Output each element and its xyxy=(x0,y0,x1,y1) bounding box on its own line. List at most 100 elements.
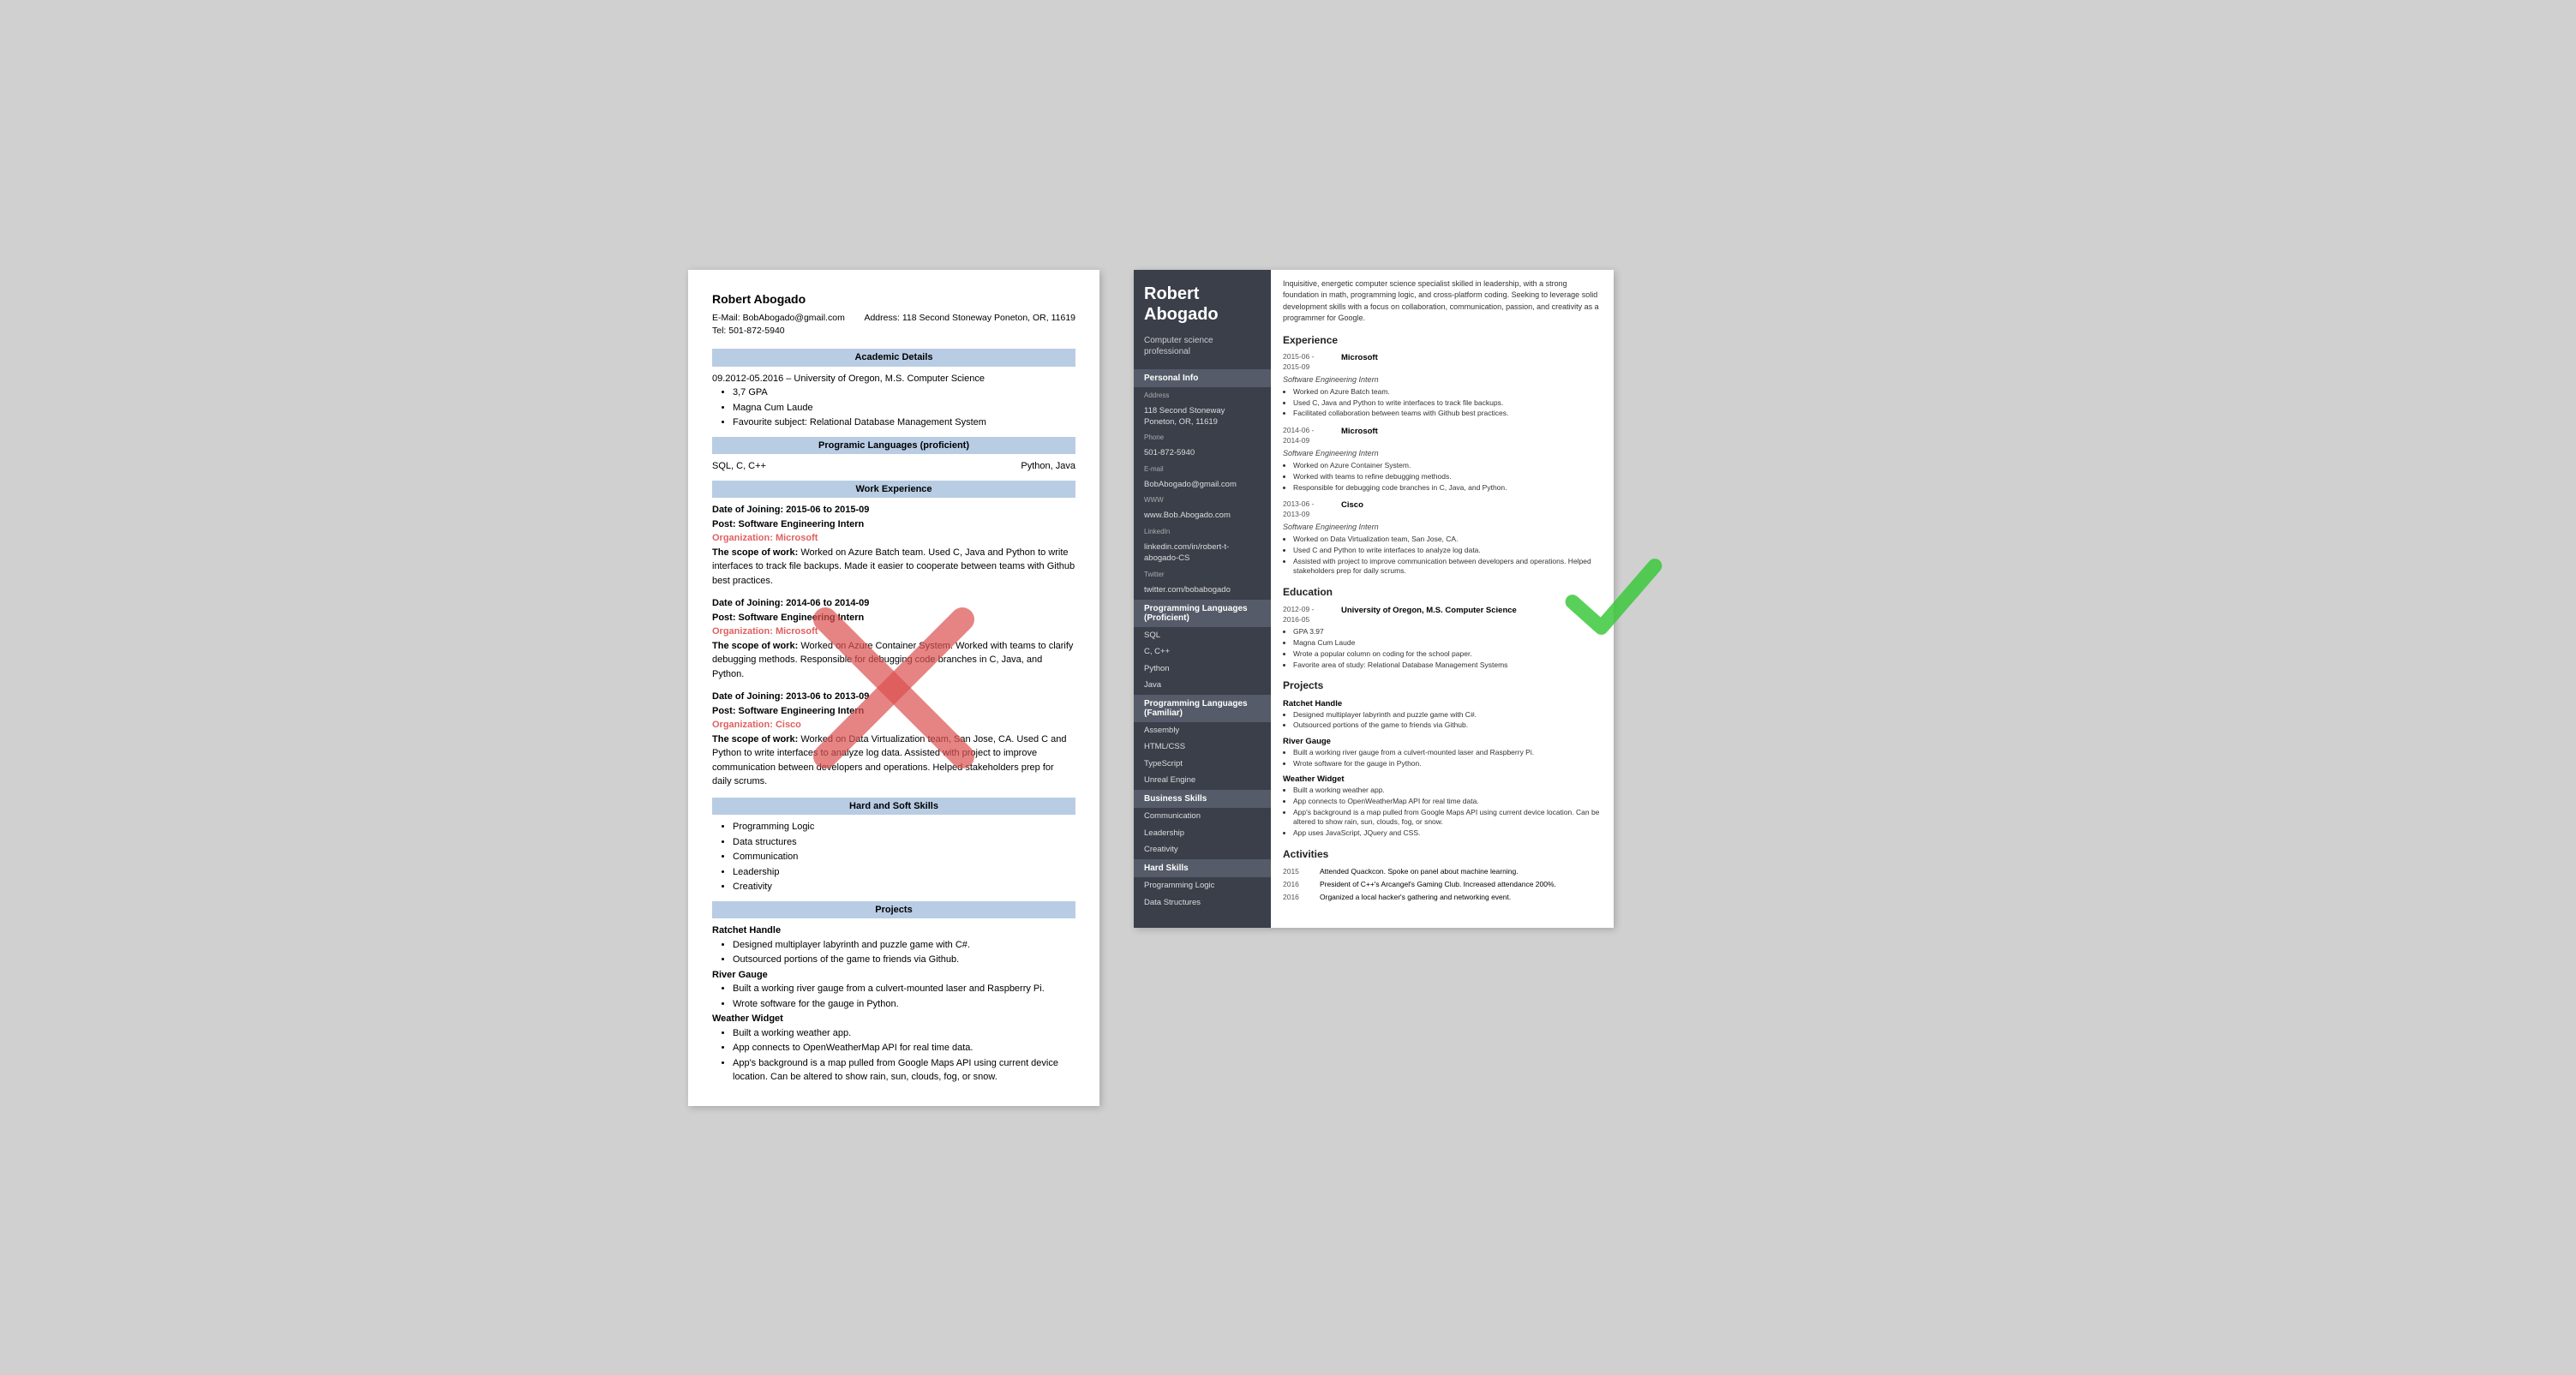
lang-left: SQL, C, C++ xyxy=(712,459,766,474)
activity-3: 2016 Organized a local hacker's gatherin… xyxy=(1283,893,1602,903)
edu-date-start: 2012-09 - xyxy=(1283,605,1314,613)
sidebar-prog-fam-header: Programming Languages (Familiar) xyxy=(1134,695,1271,722)
sidebar-skill-leadership: Leadership xyxy=(1134,825,1271,841)
work-entry-3: Date of Joining: 2013-06 to 2013-09 Post… xyxy=(712,690,1075,789)
sidebar-lang-sql: SQL xyxy=(1134,627,1271,643)
work1-desc: The scope of work: Worked on Azure Batch… xyxy=(712,546,1075,589)
project-river: River Gauge Built a working river gauge … xyxy=(1283,736,1602,768)
exp1-date-start: 2015-06 - xyxy=(1283,352,1314,361)
river-name: River Gauge xyxy=(1283,736,1602,747)
prog-lang-list: SQL, C, C++ Python, Java xyxy=(712,459,1075,474)
good-resume-wrapper: Robert Abogado Computer science professi… xyxy=(1134,270,1614,928)
sidebar-title: Computer science professional xyxy=(1134,332,1271,368)
work2-desc: The scope of work: Worked on Azure Conta… xyxy=(712,639,1075,682)
education-title: Education xyxy=(1283,585,1602,600)
sidebar-personal-info-header: Personal Info xyxy=(1134,369,1271,387)
work3-desc: The scope of work: Worked on Data Virtua… xyxy=(712,732,1075,789)
proj3-b3: App's background is a map pulled from Go… xyxy=(733,1056,1075,1085)
edu-entry-1: 2012-09 - 2016-05 University of Oregon, … xyxy=(1283,605,1602,670)
work1-post: Post: Software Engineering Intern xyxy=(712,519,864,529)
work2-post: Post: Software Engineering Intern xyxy=(712,613,864,623)
exp3-date-start: 2013-06 - xyxy=(1283,499,1314,508)
resume-main: Inquisitive, energetic computer science … xyxy=(1271,270,1614,928)
sidebar-skill-communication: Communication xyxy=(1134,808,1271,824)
work3-post: Post: Software Engineering Intern xyxy=(712,706,864,716)
skills-header: Hard and Soft Skills xyxy=(712,798,1075,816)
exp-header-2: 2014-06 - 2014-09 Microsoft xyxy=(1283,426,1602,446)
skill-1: Programming Logic xyxy=(733,820,1075,834)
page-container: Robert Abogado Address: 118 Second Stone… xyxy=(688,270,1888,1106)
sidebar-lang-html: HTML/CSS xyxy=(1134,738,1271,755)
edu-bullets: GPA 3.97 Magna Cum Laude Wrote a popular… xyxy=(1293,627,1602,671)
academic-section-header: Academic Details xyxy=(712,349,1075,367)
activity-1: 2015 Attended Quackcon. Spoke on panel a… xyxy=(1283,867,1602,877)
academic-list: 3,7 GPA Magna Cum Laude Favourite subjec… xyxy=(733,386,1075,430)
sidebar-www-label: WWW xyxy=(1134,493,1271,507)
exp2-date-end: 2014-09 xyxy=(1283,436,1309,445)
exp2-date-start: 2014-06 - xyxy=(1283,426,1314,434)
skill-4: Leadership xyxy=(733,865,1075,880)
exp-entry-3: 2013-06 - 2013-09 Cisco Software Enginee… xyxy=(1283,499,1602,577)
exp2-role: Software Engineering Intern xyxy=(1283,448,1602,459)
activity-2: 2016 President of C++'s Arcangel's Gamin… xyxy=(1283,880,1602,890)
proj3-b2: App connects to OpenWeatherMap API for r… xyxy=(733,1041,1075,1055)
sidebar-phone-value: 501-872-5940 xyxy=(1134,445,1271,461)
exp-entry-1: 2015-06 - 2015-09 Microsoft Software Eng… xyxy=(1283,352,1602,419)
skill-5: Creativity xyxy=(733,880,1075,894)
sidebar-lang-assembly: Assembly xyxy=(1134,722,1271,738)
work3-org: Organization: Cisco xyxy=(712,720,801,730)
sidebar-phone-label: Phone xyxy=(1134,430,1271,445)
subject-item: Favourite subject: Relational Database M… xyxy=(733,415,1075,430)
exp3-role: Software Engineering Intern xyxy=(1283,522,1602,533)
weather-name: Weather Widget xyxy=(1283,774,1602,785)
project-ratchet: Ratchet Handle Designed multiplayer laby… xyxy=(1283,698,1602,731)
sidebar-linkedin-label: LinkedIn xyxy=(1134,524,1271,539)
gpa-item: 3,7 GPA xyxy=(733,386,1075,400)
bad-resume-contact: Address: 118 Second Stoneway Poneton, OR… xyxy=(712,312,1075,339)
proj3-name: Weather Widget xyxy=(712,1012,1075,1026)
work-entry-2: Date of Joining: 2014-06 to 2014-09 Post… xyxy=(712,596,1075,681)
exp3-bullets: Worked on Data Virtualization team, San … xyxy=(1293,535,1602,577)
sidebar-linkedin-value: linkedin.com/in/robert-t-abogado-CS xyxy=(1134,539,1271,567)
exp3-company: Cisco xyxy=(1341,499,1363,511)
exp1-bullets: Worked on Azure Batch team. Used C, Java… xyxy=(1293,387,1602,420)
bad-resume-name: Robert Abogado xyxy=(712,290,1075,308)
sidebar-email-value: BobAbogado@gmail.com xyxy=(1134,476,1271,493)
proj2-name: River Gauge xyxy=(712,968,1075,983)
good-resume: Robert Abogado Computer science professi… xyxy=(1134,270,1614,928)
sidebar-lang-typescript: TypeScript xyxy=(1134,756,1271,772)
bad-resume-address: Address: 118 Second Stoneway Poneton, OR… xyxy=(864,312,1075,326)
sidebar-hard-skill-2: Data Structures xyxy=(1134,894,1271,911)
resume-summary: Inquisitive, energetic computer science … xyxy=(1283,278,1602,325)
sidebar-address-value: 118 Second StonewayPoneton, OR, 11619 xyxy=(1134,403,1271,431)
sidebar-lang-cpp: C, C++ xyxy=(1134,643,1271,660)
academic-entry: 09.2012-05.2016 – University of Oregon, … xyxy=(712,372,1075,386)
exp2-bullets: Worked on Azure Container System. Worked… xyxy=(1293,461,1602,493)
projects-header: Projects xyxy=(712,901,1075,919)
edu-date-end: 2016-05 xyxy=(1283,615,1309,624)
exp1-role: Software Engineering Intern xyxy=(1283,374,1602,386)
skills-list: Programming Logic Data structures Commun… xyxy=(733,820,1075,894)
exp1-company: Microsoft xyxy=(1341,352,1378,363)
sidebar-twitter-value: twitter.com/bobabogado xyxy=(1134,582,1271,598)
work1-org: Organization: Microsoft xyxy=(712,533,818,543)
sidebar-lang-python: Python xyxy=(1134,661,1271,677)
project-3: Weather Widget Built a working weather a… xyxy=(712,1012,1075,1085)
sidebar-prog-prof-header: Programming Languages (Proficient) xyxy=(1134,600,1271,627)
project-weather: Weather Widget Built a working weather a… xyxy=(1283,774,1602,839)
sidebar-lang-java: Java xyxy=(1134,677,1271,693)
sidebar-hard-skills-header: Hard Skills xyxy=(1134,859,1271,877)
sidebar-twitter-label: Twitter xyxy=(1134,567,1271,582)
exp-header-1: 2015-06 - 2015-09 Microsoft xyxy=(1283,352,1602,373)
exp-entry-2: 2014-06 - 2014-09 Microsoft Software Eng… xyxy=(1283,426,1602,493)
edu-school: University of Oregon, M.S. Computer Scie… xyxy=(1341,605,1517,616)
project-1: Ratchet Handle Designed multiplayer laby… xyxy=(712,924,1075,967)
proj2-b1: Built a working river gauge from a culve… xyxy=(733,982,1075,996)
work-exp-header: Work Experience xyxy=(712,481,1075,499)
lang-right: Python, Java xyxy=(1021,459,1075,474)
sidebar-business-skills-header: Business Skills xyxy=(1134,790,1271,808)
exp3-date-end: 2013-09 xyxy=(1283,510,1309,518)
proj1-b2: Outsourced portions of the game to frien… xyxy=(733,953,1075,967)
proj1-name: Ratchet Handle xyxy=(712,924,1075,938)
work1-date: Date of Joining: 2015-06 to 2015-09 xyxy=(712,505,869,515)
